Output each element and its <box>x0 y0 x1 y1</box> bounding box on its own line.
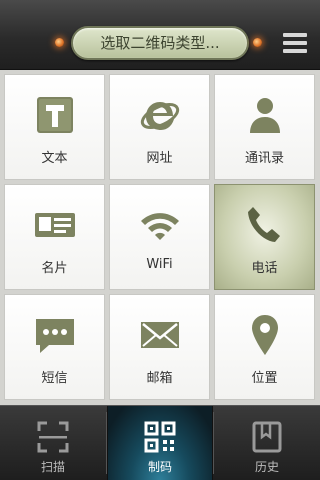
bottom-tab-bar: 扫描 制码 历史 <box>0 405 320 480</box>
page-title: 选取二维码类型... <box>71 26 249 60</box>
qr-type-label: 网址 <box>146 151 173 166</box>
menu-icon-bar <box>283 33 307 37</box>
qr-type-grid: 文本 网址 通讯录 名片 WiFi 电话 短信 邮箱 位置 <box>0 70 320 405</box>
menu-icon-bar <box>283 49 307 53</box>
qr-type-phone[interactable]: 电话 <box>214 184 315 290</box>
qr-type-label: 短信 <box>41 371 68 386</box>
sms-icon <box>35 319 74 353</box>
qr-type-text[interactable]: 文本 <box>4 74 105 180</box>
scan-icon <box>37 421 69 453</box>
menu-icon[interactable] <box>283 33 307 53</box>
qr-type-label: 位置 <box>251 371 278 386</box>
qr-type-sms[interactable]: 短信 <box>4 294 105 400</box>
indicator-light-right <box>253 38 262 47</box>
qr-type-contact[interactable]: 通讯录 <box>214 74 315 180</box>
contact-icon <box>249 98 280 133</box>
phone-icon <box>247 207 280 242</box>
tab-label: 历史 <box>254 460 279 474</box>
qr-type-label: 邮箱 <box>146 371 173 386</box>
qr-type-url[interactable]: 网址 <box>109 74 210 180</box>
tab-scan[interactable]: 扫描 <box>0 406 106 480</box>
header-bar: 选取二维码类型... <box>0 0 320 70</box>
menu-icon-bar <box>283 41 307 45</box>
qr-type-label: 文本 <box>41 151 68 166</box>
qr-type-location[interactable]: 位置 <box>214 294 315 400</box>
qr-type-label: 电话 <box>251 261 278 276</box>
mail-icon <box>140 322 179 348</box>
tab-label: 扫描 <box>40 460 65 474</box>
qr-type-business-card[interactable]: 名片 <box>4 184 105 290</box>
indicator-light-left <box>55 38 64 47</box>
qr-type-label: 通讯录 <box>244 151 284 166</box>
qr-type-mail[interactable]: 邮箱 <box>109 294 210 400</box>
browser-icon <box>140 102 179 130</box>
business-card-icon <box>34 213 75 237</box>
wifi-icon <box>140 213 179 240</box>
qrcode-icon <box>144 421 176 453</box>
text-icon <box>36 97 73 133</box>
tab-history[interactable]: 历史 <box>214 406 320 480</box>
history-icon <box>252 421 282 453</box>
qr-type-label: 名片 <box>41 261 68 276</box>
tab-label: 制码 <box>147 460 172 474</box>
qr-type-wifi[interactable]: WiFi <box>109 184 210 290</box>
location-pin-icon <box>251 315 278 355</box>
tab-make-code[interactable]: 制码 <box>107 406 213 480</box>
qr-type-label: WiFi <box>146 257 173 272</box>
